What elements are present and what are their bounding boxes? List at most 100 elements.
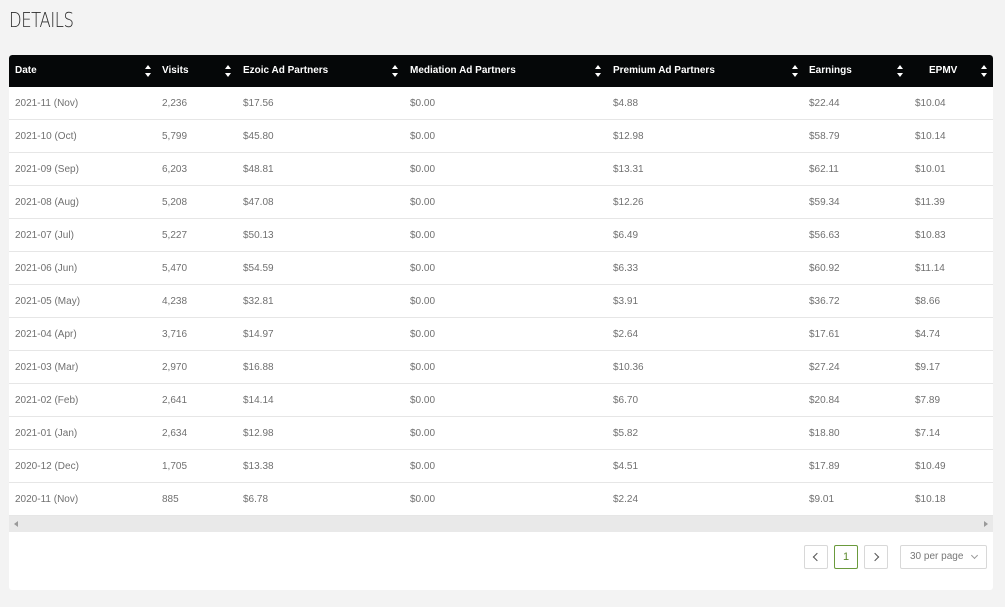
cell-date: 2021-04 (Apr)	[15, 329, 77, 340]
cell-mediation: $0.00	[410, 461, 436, 472]
cell-date: 2020-12 (Dec)	[15, 461, 79, 472]
table-row: 2021-09 (Sep) 6,203 $48.81 $0.00 $13.31 $62.1…	[9, 153, 993, 186]
cell-mediation: $0.00	[410, 197, 436, 208]
table-row: 2021-05 (May) 4,238 $32.81 $0.00 $3.91 $36.72…	[9, 285, 993, 318]
table-row: 2021-01 (Jan) 2,634 $12.98 $0.00 $5.82 $18.80…	[9, 417, 993, 450]
cell-mediation: $0.00	[410, 98, 436, 109]
cell-premium: $2.24	[613, 494, 639, 505]
cell-date: 2021-03 (Mar)	[15, 362, 79, 373]
cell-epmv: $7.14	[915, 428, 941, 439]
column-header-visits[interactable]: Visits	[162, 55, 189, 87]
chevron-down-icon	[970, 551, 979, 560]
table-row: 2021-04 (Apr) 3,716 $14.97 $0.00 $2.64 $17.61…	[9, 318, 993, 351]
cell-premium: $6.33	[613, 263, 639, 274]
cell-mediation: $0.00	[410, 494, 436, 505]
next-page-button[interactable]	[864, 545, 888, 569]
column-header-mediation-ad-partners[interactable]: Mediation Ad Partners	[410, 55, 516, 87]
cell-visits: 2,970	[162, 362, 188, 373]
cell-ezoic: $32.81	[243, 296, 274, 307]
per-page-select[interactable]: 30 per page	[900, 545, 987, 569]
cell-premium: $4.51	[613, 461, 639, 472]
cell-epmv: $10.18	[915, 494, 946, 505]
cell-mediation: $0.00	[410, 296, 436, 307]
details-table-card: Date Visits Ezoic Ad Partners Mediation …	[9, 55, 993, 590]
cell-premium: $12.26	[613, 197, 644, 208]
cell-premium: $6.70	[613, 395, 639, 406]
page-title: DETAILS	[9, 8, 74, 32]
horizontal-scrollbar[interactable]	[9, 516, 993, 532]
cell-premium: $10.36	[613, 362, 644, 373]
column-header-epmv[interactable]: EPMV	[929, 55, 957, 87]
cell-ezoic: $13.38	[243, 461, 274, 472]
scroll-left-icon[interactable]	[14, 521, 18, 527]
sort-icon[interactable]	[145, 65, 151, 77]
column-header-ezoic-ad-partners[interactable]: Ezoic Ad Partners	[243, 55, 328, 87]
cell-ezoic: $48.81	[243, 164, 274, 175]
cell-visits: 885	[162, 494, 179, 505]
cell-mediation: $0.00	[410, 329, 436, 340]
cell-mediation: $0.00	[410, 230, 436, 241]
cell-visits: 5,470	[162, 263, 188, 274]
cell-visits: 2,641	[162, 395, 188, 406]
cell-visits: 5,799	[162, 131, 188, 142]
column-header-date[interactable]: Date	[15, 55, 37, 87]
cell-epmv: $4.74	[915, 329, 941, 340]
cell-premium: $5.82	[613, 428, 639, 439]
cell-visits: 2,634	[162, 428, 188, 439]
sort-icon[interactable]	[981, 65, 987, 77]
cell-visits: 2,236	[162, 98, 188, 109]
cell-date: 2021-11 (Nov)	[15, 98, 79, 109]
column-header-earnings[interactable]: Earnings	[809, 55, 852, 87]
cell-visits: 6,203	[162, 164, 188, 175]
cell-epmv: $7.89	[915, 395, 941, 406]
cell-ezoic: $17.56	[243, 98, 274, 109]
cell-premium: $3.91	[613, 296, 639, 307]
cell-date: 2021-02 (Feb)	[15, 395, 79, 406]
sort-icon[interactable]	[225, 65, 231, 77]
table-body: 2021-11 (Nov) 2,236 $17.56 $0.00 $4.88 $22.44…	[9, 87, 993, 516]
cell-epmv: $10.49	[915, 461, 946, 472]
scroll-right-icon[interactable]	[984, 521, 988, 527]
cell-date: 2020-11 (Nov)	[15, 494, 79, 505]
cell-ezoic: $54.59	[243, 263, 274, 274]
cell-earnings: $17.61	[809, 329, 840, 340]
sort-icon[interactable]	[792, 65, 798, 77]
cell-epmv: $10.14	[915, 131, 946, 142]
cell-ezoic: $14.97	[243, 329, 274, 340]
cell-earnings: $9.01	[809, 494, 835, 505]
cell-earnings: $18.80	[809, 428, 840, 439]
sort-icon[interactable]	[897, 65, 903, 77]
cell-visits: 1,705	[162, 461, 188, 472]
cell-date: 2021-05 (May)	[15, 296, 81, 307]
cell-date: 2021-07 (Jul)	[15, 230, 74, 241]
cell-mediation: $0.00	[410, 164, 436, 175]
cell-earnings: $17.89	[809, 461, 840, 472]
sort-icon[interactable]	[595, 65, 601, 77]
table-header: Date Visits Ezoic Ad Partners Mediation …	[9, 55, 993, 87]
cell-date: 2021-10 (Oct)	[15, 131, 77, 142]
cell-visits: 5,208	[162, 197, 188, 208]
cell-date: 2021-06 (Jun)	[15, 263, 78, 274]
table-row: 2020-11 (Nov) 885 $6.78 $0.00 $2.24 $9.01 $10.…	[9, 483, 993, 516]
cell-ezoic: $16.88	[243, 362, 274, 373]
column-header-premium-ad-partners[interactable]: Premium Ad Partners	[613, 55, 715, 87]
cell-ezoic: $14.14	[243, 395, 274, 406]
table-row: 2021-02 (Feb) 2,641 $14.14 $0.00 $6.70 $20.84…	[9, 384, 993, 417]
prev-page-button[interactable]	[804, 545, 828, 569]
cell-visits: 5,227	[162, 230, 188, 241]
cell-premium: $4.88	[613, 98, 639, 109]
chevron-right-icon	[870, 552, 880, 562]
sort-icon[interactable]	[392, 65, 398, 77]
page-number-button[interactable]: 1	[834, 545, 858, 569]
cell-date: 2021-08 (Aug)	[15, 197, 79, 208]
cell-earnings: $56.63	[809, 230, 840, 241]
cell-mediation: $0.00	[410, 263, 436, 274]
cell-ezoic: $50.13	[243, 230, 274, 241]
cell-epmv: $9.17	[915, 362, 941, 373]
table-row: 2021-03 (Mar) 2,970 $16.88 $0.00 $10.36 $27.2…	[9, 351, 993, 384]
cell-epmv: $10.83	[915, 230, 946, 241]
cell-epmv: $8.66	[915, 296, 941, 307]
cell-date: 2021-09 (Sep)	[15, 164, 79, 175]
cell-premium: $13.31	[613, 164, 644, 175]
cell-epmv: $11.39	[915, 197, 945, 208]
